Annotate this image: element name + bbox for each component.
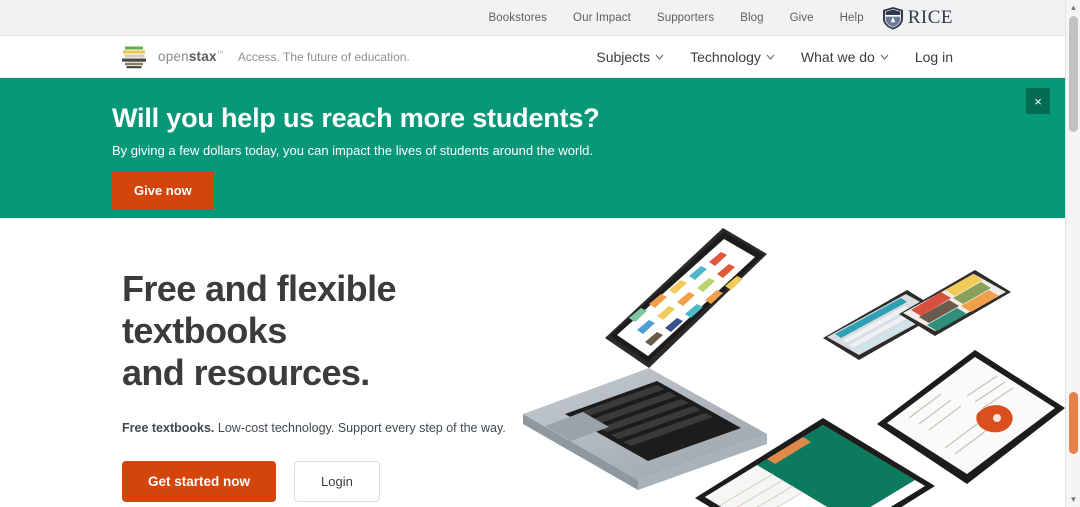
utility-link-give[interactable]: Give	[790, 12, 814, 24]
nav-item-what-we-do-label: What we do	[800, 48, 875, 65]
openstax-wordmark: openstax™	[158, 49, 224, 64]
brand-name-light: open	[158, 49, 189, 64]
donation-banner: Will you help us reach more students? By…	[0, 78, 1065, 218]
hero-subtitle-bold: Free textbooks.	[122, 421, 215, 436]
scrollbar-highlight-marker	[1069, 392, 1078, 454]
chevron-down-icon	[655, 54, 664, 60]
nav-item-log-in[interactable]: Log in	[915, 49, 953, 65]
hero-subtitle: Free textbooks. Low-cost technology. Sup…	[122, 421, 552, 435]
chevron-down-icon	[880, 54, 889, 60]
rice-university-logo[interactable]: RICE	[882, 6, 1065, 30]
donation-banner-content: Will you help us reach more students? By…	[0, 78, 1065, 209]
nav-item-subjects-label: Subjects	[596, 48, 651, 65]
rice-logo-text: RICE	[907, 7, 953, 28]
openstax-brand[interactable]: openstax™ Access. The future of educatio…	[0, 44, 410, 70]
close-icon[interactable]: ×	[1026, 88, 1050, 114]
nav-links: Subjects Technology What we do Log in	[596, 49, 1065, 65]
chevron-down-icon	[766, 54, 775, 60]
nav-item-technology-label: Technology	[690, 48, 761, 65]
brand-trademark: ™	[216, 50, 224, 58]
hero-subtitle-rest: Low-cost technology. Support every step …	[214, 421, 506, 436]
hero-copy: Free and flexible textbooks and resource…	[122, 268, 552, 503]
nav-item-what-we-do[interactable]: What we do	[801, 49, 889, 65]
get-started-now-button[interactable]: Get started now	[122, 461, 277, 503]
nav-item-subjects[interactable]: Subjects	[596, 49, 664, 65]
hero-title-line-1: Free and flexible textbooks	[122, 268, 397, 351]
browser-scrollbar[interactable]: ▲ ▼	[1065, 0, 1080, 507]
rice-shield-icon	[882, 6, 903, 29]
brand-tagline: Access. The future of education.	[237, 49, 410, 64]
brand-name-bold: stax	[188, 49, 217, 64]
utility-links: Bookstores Our Impact Supporters Blog Gi…	[489, 12, 882, 24]
give-now-button[interactable]: Give now	[112, 171, 214, 209]
donation-banner-title: Will you help us reach more students?	[112, 103, 600, 133]
hero-title-line-2: and resources.	[122, 351, 370, 393]
utility-link-help[interactable]: Help	[840, 12, 864, 24]
donation-banner-subtitle: By giving a few dollars today, you can i…	[112, 142, 594, 158]
openstax-books-icon	[122, 46, 146, 68]
utility-link-supporters[interactable]: Supporters	[657, 12, 714, 24]
isometric-devices-illustration	[523, 228, 1065, 507]
main-navigation-bar: openstax™ Access. The future of educatio…	[0, 36, 1065, 78]
hero-cta-group: Get started now Login	[122, 461, 552, 503]
nav-item-technology[interactable]: Technology	[690, 49, 775, 65]
hero-title: Free and flexible textbooks and resource…	[122, 268, 552, 393]
scroll-down-arrow-icon[interactable]: ▼	[1066, 492, 1080, 507]
utility-link-our-impact[interactable]: Our Impact	[573, 12, 631, 24]
login-button[interactable]: Login	[294, 461, 380, 503]
utility-link-blog[interactable]: Blog	[740, 12, 763, 24]
utility-link-bookstores[interactable]: Bookstores	[489, 12, 548, 24]
page-root: Bookstores Our Impact Supporters Blog Gi…	[0, 0, 1080, 507]
scroll-up-arrow-icon[interactable]: ▲	[1066, 0, 1080, 15]
utility-bar: Bookstores Our Impact Supporters Blog Gi…	[0, 0, 1065, 36]
hero-section: Free and flexible textbooks and resource…	[0, 218, 1065, 507]
scrollbar-thumb[interactable]	[1069, 16, 1078, 132]
